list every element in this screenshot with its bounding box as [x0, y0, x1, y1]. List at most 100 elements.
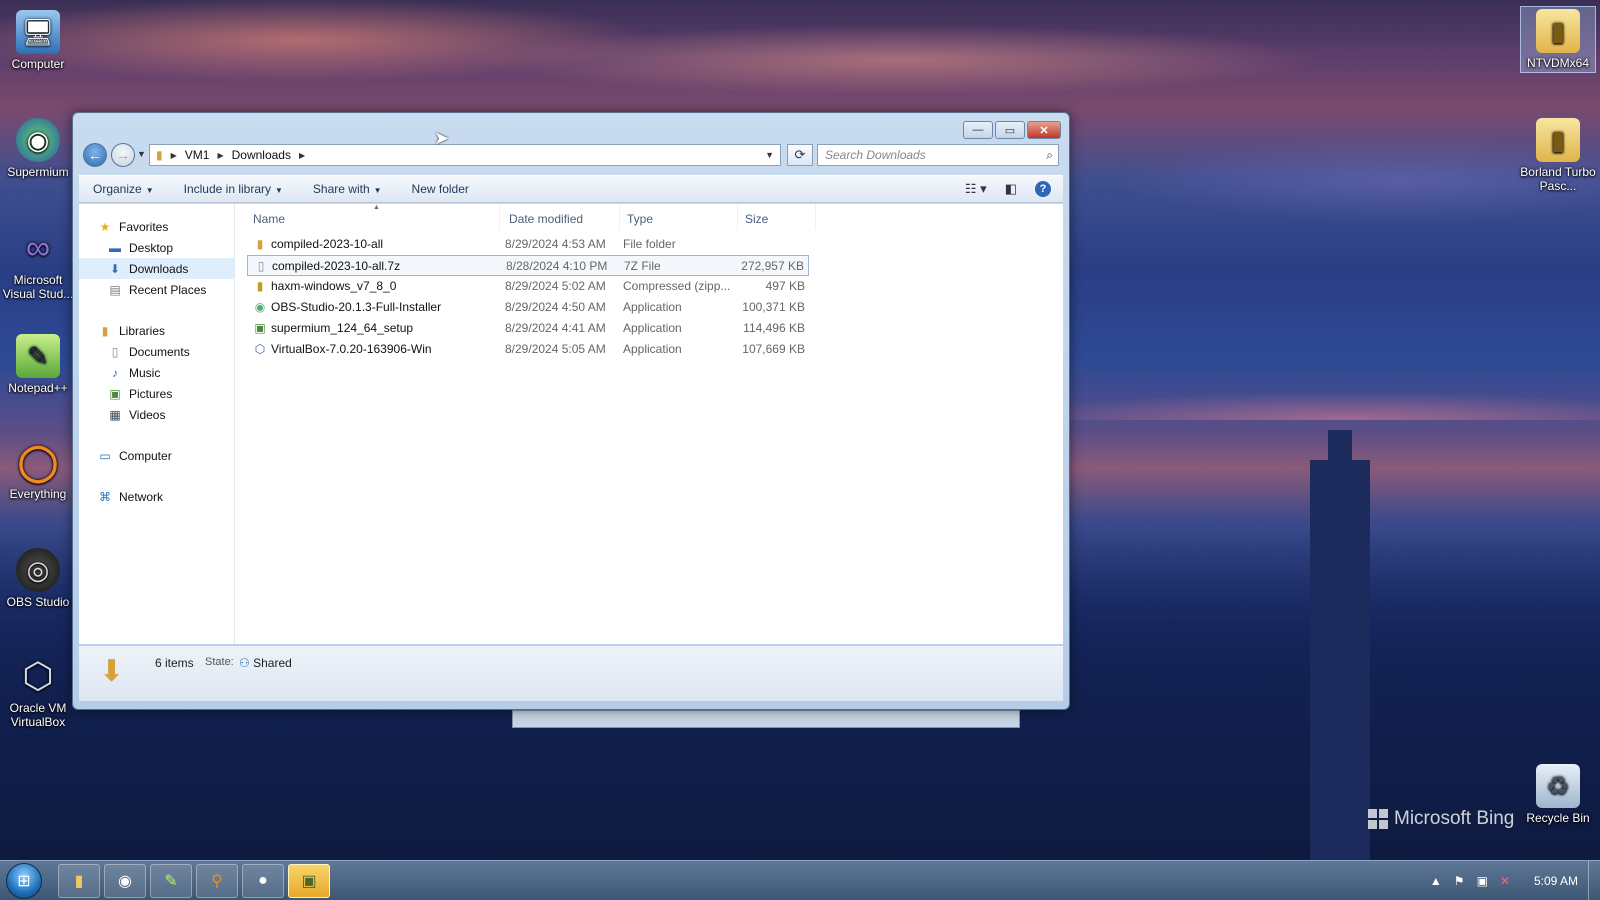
nav-favorites[interactable]: ★ Favorites: [79, 216, 234, 237]
address-dropdown[interactable]: ▼: [765, 150, 774, 160]
network-icon[interactable]: ▣: [1477, 874, 1488, 888]
share-with-button[interactable]: Share with ▼: [313, 182, 382, 196]
computer-icon: ▭: [99, 448, 111, 463]
mouse-cursor-icon: ➤: [434, 128, 450, 148]
nav-documents[interactable]: ▯ Documents: [79, 341, 234, 362]
file-row[interactable]: ▣ supermium_124_64_setup 8/29/2024 4:41 …: [247, 318, 809, 339]
file-list: ▲ Name Date modified Type Size ▮ compile…: [237, 204, 1063, 644]
sort-ascending-icon: ▲: [373, 204, 380, 211]
file-row[interactable]: ▮ haxm-windows_v7_8_0 8/29/2024 5:02 AM …: [247, 276, 809, 297]
wallpaper-tower: [1310, 430, 1370, 860]
file-row[interactable]: ▮ compiled-2023-10-all 8/29/2024 4:53 AM…: [247, 234, 809, 255]
obs-icon: ◎: [16, 548, 60, 592]
installer-icon: ◉: [254, 300, 266, 314]
command-bar: Organize ▼ Include in library ▼ Share with…: [79, 175, 1063, 203]
desktop-icon-recycle-bin[interactable]: ♻ Recycle Bin: [1520, 764, 1596, 825]
network-icon: ⌘: [99, 489, 111, 504]
everything-icon: ◯: [17, 441, 59, 482]
nav-recent-places[interactable]: ▤ Recent Places: [79, 279, 234, 300]
shared-icon: ⚇: [239, 656, 254, 670]
recent-pages-dropdown[interactable]: ▼: [137, 149, 146, 159]
show-hidden-icons[interactable]: ▲: [1430, 874, 1442, 888]
taskbar: ⊞ ▮ ◉ ✎ ⚲ ● ▣ ▲ ⚑ ▣ ✕ 5:09 AM: [0, 860, 1600, 900]
content-area: ★ Favorites ▬ Desktop ⬇ Downloads ▤ Recent P…: [79, 204, 1063, 644]
address-bar[interactable]: ▮ ▶ VM1 ▶ Downloads ▶ ▼: [149, 144, 781, 166]
desktop-icon-ntvdmx64[interactable]: ▮ NTVDMx64: [1520, 6, 1596, 73]
column-header-type[interactable]: Type: [627, 212, 653, 226]
file-row-selected[interactable]: ▯ compiled-2023-10-all.7z 8/28/2024 4:10…: [247, 255, 809, 276]
background-window[interactable]: [512, 710, 1020, 728]
desktop-icon-computer[interactable]: 🖥 Computer: [0, 10, 76, 71]
setup-icon: ▣: [301, 873, 317, 890]
clock[interactable]: 5:09 AM: [1534, 874, 1578, 888]
file-row[interactable]: ⬡ VirtualBox-7.0.20-163906-Win 8/29/2024…: [247, 339, 809, 360]
everything-icon: ⚲: [211, 873, 223, 890]
chevron-right-icon[interactable]: ▶: [299, 151, 305, 160]
include-in-library-button[interactable]: Include in library ▼: [184, 182, 283, 196]
taskbar-active-app[interactable]: ▣: [288, 864, 330, 898]
nav-downloads[interactable]: ⬇ Downloads: [79, 258, 234, 279]
file-icon: ▯: [257, 259, 265, 273]
column-header-size[interactable]: Size: [745, 212, 768, 226]
breadcrumb-vm1[interactable]: VM1: [185, 148, 210, 162]
chevron-down-icon: ▼: [373, 186, 382, 195]
search-input[interactable]: Search Downloads ⌕: [817, 144, 1059, 166]
desktop-icon-notepadpp[interactable]: ✎ Notepad++: [0, 334, 76, 395]
nav-pictures[interactable]: ▣ Pictures: [79, 383, 234, 404]
volume-muted-icon[interactable]: ✕: [1500, 874, 1510, 888]
nav-music[interactable]: ♪ Music: [79, 362, 234, 383]
file-row[interactable]: ◉ OBS-Studio-20.1.3-Full-Installer 8/29/…: [247, 297, 809, 318]
nav-videos[interactable]: ▦ Videos: [79, 404, 234, 425]
nav-desktop[interactable]: ▬ Desktop: [79, 237, 234, 258]
folder-icon: ▮: [1536, 118, 1580, 162]
search-icon[interactable]: ⌕: [1046, 148, 1053, 163]
nav-libraries[interactable]: ▮ Libraries: [79, 320, 234, 341]
action-center-icon[interactable]: ⚑: [1454, 874, 1465, 888]
close-button[interactable]: ✕: [1027, 121, 1061, 139]
desktop-icon-visual-studio[interactable]: ∞ Microsoft Visual Stud...: [0, 226, 76, 302]
column-header-name[interactable]: Name: [253, 212, 285, 226]
chevron-right-icon[interactable]: ▶: [217, 151, 223, 160]
new-folder-button[interactable]: New folder: [412, 182, 469, 196]
taskbar-notepadpp[interactable]: ✎: [150, 864, 192, 898]
desktop-icon-virtualbox[interactable]: ⬡ Oracle VM VirtualBox: [0, 654, 76, 729]
recycle-bin-icon: ♻: [1536, 764, 1580, 808]
explorer-icon: ▮: [74, 873, 84, 890]
explorer-window[interactable]: — ▭ ✕ ← → ▼ ▮ ▶ VM1 ▶ Downloads ▶ ▼ ⟳ Se…: [72, 112, 1070, 710]
music-icon: ♪: [112, 365, 118, 380]
chevron-down-icon: ▼: [145, 186, 154, 195]
taskbar-obs[interactable]: ●: [242, 864, 284, 898]
view-options-icon[interactable]: ☷ ▾: [965, 181, 987, 197]
organize-button[interactable]: Organize ▼: [93, 182, 154, 196]
desktop-icon-everything[interactable]: ◯ Everything: [0, 440, 76, 501]
virtualbox-icon: ⬡: [254, 342, 266, 356]
desktop-icon-borland[interactable]: ▮ Borland Turbo Pasc...: [1520, 118, 1596, 193]
help-icon[interactable]: ?: [1035, 181, 1051, 197]
maximize-button[interactable]: ▭: [995, 121, 1025, 139]
downloads-folder-icon: ⬇: [99, 655, 125, 688]
taskbar-explorer[interactable]: ▮: [58, 864, 100, 898]
column-header-date[interactable]: Date modified: [509, 212, 583, 226]
breadcrumb-downloads[interactable]: Downloads: [232, 148, 291, 162]
nav-computer[interactable]: ▭ Computer: [79, 445, 234, 466]
location-icon: ▮: [156, 148, 163, 162]
desktop-icon-supermium[interactable]: ◉ Supermium: [0, 118, 76, 179]
nav-network[interactable]: ⌘ Network: [79, 486, 234, 507]
back-button[interactable]: ←: [83, 143, 107, 167]
forward-button[interactable]: →: [111, 143, 135, 167]
details-pane: ⬇ 6 items State: ⚇ Shared: [79, 645, 1063, 701]
start-button[interactable]: ⊞: [6, 863, 42, 899]
desktop-icon-obs[interactable]: ◎ OBS Studio: [0, 548, 76, 609]
zip-folder-icon: ▮: [256, 279, 264, 293]
supermium-icon: ◉: [16, 118, 60, 162]
preview-pane-icon[interactable]: ◧: [1005, 181, 1017, 197]
videos-icon: ▦: [109, 407, 121, 422]
virtualbox-icon: ⬡: [22, 655, 54, 696]
chevron-right-icon[interactable]: ▶: [171, 151, 177, 160]
taskbar-supermium[interactable]: ◉: [104, 864, 146, 898]
show-desktop-button[interactable]: [1588, 861, 1600, 900]
navigation-pane: ★ Favorites ▬ Desktop ⬇ Downloads ▤ Recent P…: [79, 204, 235, 644]
minimize-button[interactable]: —: [963, 121, 993, 139]
refresh-button[interactable]: ⟳: [787, 144, 813, 166]
taskbar-everything[interactable]: ⚲: [196, 864, 238, 898]
